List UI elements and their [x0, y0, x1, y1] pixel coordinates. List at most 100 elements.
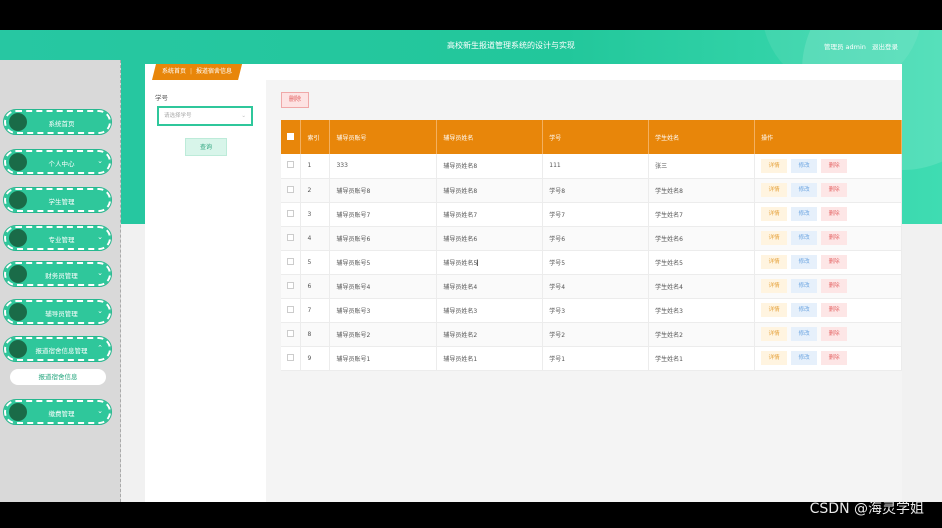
cell-operations: 详情 修改 删除: [754, 202, 902, 227]
edit-button[interactable]: 修改: [791, 231, 818, 245]
edit-button[interactable]: 修改: [791, 279, 818, 293]
sidebar-item[interactable]: 学生管理: [3, 187, 112, 213]
edit-button[interactable]: 修改: [791, 255, 818, 269]
row-select-cell: [281, 274, 302, 299]
breadcrumb-separator: |: [190, 68, 193, 75]
edit-button[interactable]: 修改: [791, 327, 818, 341]
menu-dot-icon: [9, 153, 27, 171]
cell-index: 8: [300, 322, 331, 347]
delete-button[interactable]: 删除: [821, 183, 848, 197]
row-checkbox[interactable]: [287, 281, 295, 289]
detail-button[interactable]: 详情: [761, 303, 788, 317]
sidebar-item-label: 个人中心: [48, 160, 75, 168]
row-checkbox[interactable]: [287, 209, 295, 217]
logout-link[interactable]: 退出登录: [872, 43, 898, 51]
sidebar-item-label: 缴费管理: [48, 410, 75, 418]
chevron-down-icon: ⌄: [97, 233, 103, 241]
cell-counselor-account: 辅导员账号6: [329, 226, 438, 251]
sidebar-item[interactable]: 辅导员管理 ⌄: [3, 299, 112, 325]
row-select-cell: [281, 250, 302, 275]
edit-button[interactable]: 修改: [791, 351, 818, 365]
delete-button[interactable]: 删除: [821, 327, 848, 341]
user-info: 管理员 admin 退出登录: [820, 41, 898, 51]
cell-counselor-name: 辅导员姓名7: [436, 202, 544, 227]
query-button[interactable]: 查询: [185, 138, 227, 156]
cell-counselor-name: 辅导员姓名3: [436, 298, 544, 323]
menu-dot-icon: [9, 191, 27, 209]
sidebar-item[interactable]: 个人中心 ⌄: [3, 149, 112, 175]
select-all-cell: [281, 120, 302, 154]
edit-button[interactable]: 修改: [791, 303, 818, 317]
cell-operations: 详情 修改 删除: [754, 346, 902, 371]
detail-button[interactable]: 详情: [761, 158, 788, 173]
sidebar-item[interactable]: 缴费管理 ⌄: [3, 399, 112, 425]
table-row: 3 辅导员账号7 辅导员姓名7 学号7 学生姓名7 详情 修改 删除: [281, 202, 902, 227]
row-checkbox[interactable]: [287, 161, 295, 169]
edit-button[interactable]: 修改: [791, 183, 818, 197]
cell-student-id: 学号7: [542, 202, 650, 227]
breadcrumb: 系统首页 | 报道宿舍信息: [152, 64, 242, 80]
row-checkbox[interactable]: [287, 233, 295, 241]
chevron-down-icon: ⌄: [97, 157, 103, 165]
cell-counselor-name: 辅导员姓名8: [436, 178, 544, 203]
detail-button[interactable]: 详情: [761, 351, 788, 365]
batch-delete-button[interactable]: 删除: [281, 92, 309, 108]
detail-button[interactable]: 详情: [761, 183, 788, 197]
sidebar-item-label: 专业管理: [48, 236, 75, 244]
row-select-cell: [281, 154, 302, 179]
cell-operations: 详情 修改 删除: [754, 178, 902, 203]
delete-button[interactable]: 删除: [821, 279, 848, 293]
row-checkbox[interactable]: [287, 305, 295, 313]
delete-button[interactable]: 删除: [821, 303, 848, 317]
menu-dot-icon: [9, 229, 27, 247]
menu-dot-icon: [9, 303, 27, 321]
row-checkbox[interactable]: [287, 185, 295, 193]
cell-operations: 详情 修改 删除: [754, 274, 902, 299]
table-row: 8 辅导员账号2 辅导员姓名2 学号2 学生姓名2 详情 修改 删除: [281, 322, 902, 347]
sidebar-item-label: 辅导员管理: [45, 310, 78, 318]
cell-student-id: 学号1: [542, 346, 650, 371]
sidebar-item[interactable]: 专业管理 ⌄: [3, 225, 112, 251]
sidebar-item[interactable]: 报道宿舍信息管理 ⌃: [3, 336, 112, 362]
cell-index: 7: [300, 298, 331, 323]
cell-operations: 详情 修改 删除: [754, 298, 902, 323]
delete-button[interactable]: 删除: [821, 351, 848, 365]
detail-button[interactable]: 详情: [761, 231, 788, 245]
cell-counselor-name: 辅导员姓名5: [436, 250, 544, 275]
detail-button[interactable]: 详情: [761, 255, 788, 269]
cell-index: 3: [300, 202, 331, 227]
breadcrumb-home[interactable]: 系统首页: [162, 68, 186, 75]
row-checkbox[interactable]: [287, 353, 295, 361]
col-index: 索引: [300, 120, 331, 154]
menu-dot-icon: [9, 265, 27, 283]
cell-student-name: 学生姓名5: [648, 250, 756, 275]
delete-button[interactable]: 删除: [821, 255, 848, 269]
menu-dot-icon: [9, 113, 27, 131]
detail-button[interactable]: 详情: [761, 207, 788, 221]
cell-student-name: 学生姓名7: [648, 202, 756, 227]
sidebar-item[interactable]: 系统首页: [3, 109, 112, 135]
row-checkbox[interactable]: [287, 257, 295, 265]
row-checkbox[interactable]: [287, 329, 295, 337]
cell-student-id: 学号6: [542, 226, 650, 251]
cell-index: 1: [300, 154, 331, 179]
cell-student-name: 张三: [648, 154, 756, 179]
sidebar-item-label: 学生管理: [48, 198, 75, 206]
cell-student-name: 学生姓名1: [648, 346, 756, 371]
sidebar-subitem-dorm-info[interactable]: 报道宿舍信息: [10, 369, 106, 385]
edit-button[interactable]: 修改: [791, 158, 818, 173]
edit-button[interactable]: 修改: [791, 207, 818, 221]
delete-button[interactable]: 删除: [821, 231, 848, 245]
cell-counselor-account: 辅导员账号7: [329, 202, 438, 227]
student-id-select[interactable]: 请选择学号 ⌄: [157, 106, 253, 126]
select-all-checkbox[interactable]: [287, 132, 295, 140]
row-select-cell: [281, 322, 302, 347]
sidebar-item[interactable]: 财务员管理 ⌄: [3, 261, 112, 287]
cell-index: 2: [300, 178, 331, 203]
chevron-down-icon: ⌄: [97, 269, 103, 277]
delete-button[interactable]: 删除: [821, 158, 848, 173]
delete-button[interactable]: 删除: [821, 207, 848, 221]
cell-student-name: 学生姓名8: [648, 178, 756, 203]
detail-button[interactable]: 详情: [761, 279, 788, 293]
detail-button[interactable]: 详情: [761, 327, 788, 341]
